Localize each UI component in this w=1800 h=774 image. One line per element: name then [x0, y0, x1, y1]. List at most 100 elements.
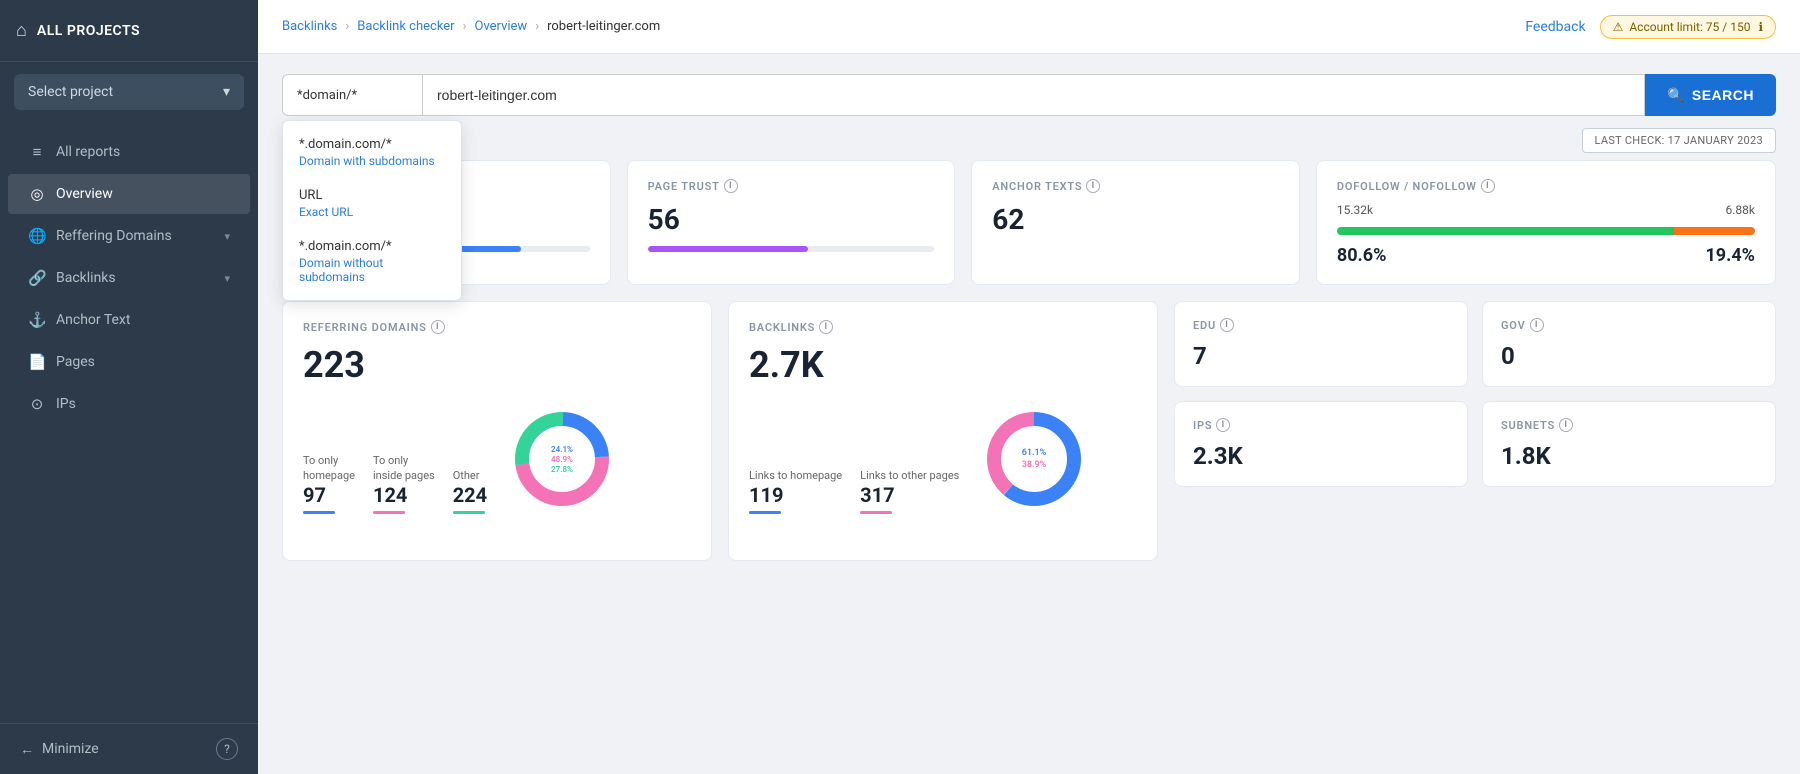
- topbar-right: Feedback ⚠ Account limit: 75 / 150 ℹ: [1525, 15, 1776, 39]
- ip-icon: ⊙: [28, 395, 46, 413]
- search-icon: 🔍: [1667, 87, 1685, 104]
- gov-card: GOV i 0: [1482, 301, 1776, 387]
- dropdown-item-main-3: *.domain.com/*: [299, 239, 445, 254]
- svg-text:48.9%: 48.9%: [551, 455, 573, 464]
- main-area: Backlinks › Backlink checker › Overview …: [258, 0, 1800, 774]
- breadcrumb-backlinks[interactable]: Backlinks: [282, 19, 337, 34]
- page-trust-info-icon[interactable]: i: [724, 179, 738, 193]
- breadcrumb-overview[interactable]: Overview: [475, 19, 528, 34]
- subnets-label: SUBNETS i: [1501, 418, 1757, 432]
- backlinks-value: 2.7K: [749, 344, 1137, 386]
- nofollow-bar-fill: [1674, 227, 1755, 235]
- breadcrumb-backlink-checker[interactable]: Backlink checker: [357, 19, 454, 34]
- anchor-texts-info-icon[interactable]: i: [1086, 179, 1100, 193]
- referring-domains-donut-row: To onlyhomepage 97 To onlyinside pages 1…: [303, 404, 691, 514]
- dofollow-numbers: 15.32k 6.88k: [1337, 203, 1755, 217]
- sidebar-item-anchor-text[interactable]: ⚓ Anchor Text: [8, 300, 250, 340]
- edu-value: 7: [1193, 342, 1449, 370]
- warning-icon: ⚠: [1613, 20, 1624, 34]
- sidebar-header: ⌂ ALL PROJECTS: [0, 0, 258, 62]
- minimize-label: Minimize: [42, 741, 99, 757]
- dofollow-label: DOFOLLOW / NOFOLLOW i: [1337, 179, 1755, 193]
- account-limit-badge: ⚠ Account limit: 75 / 150 ℹ: [1600, 15, 1776, 39]
- search-url-input[interactable]: [422, 74, 1645, 116]
- ips-label: IPS i: [1193, 418, 1449, 432]
- topbar: Backlinks › Backlink checker › Overview …: [258, 0, 1800, 54]
- subnets-info-icon[interactable]: i: [1559, 418, 1573, 432]
- gov-info-icon[interactable]: i: [1530, 318, 1544, 332]
- breadcrumb-sep-3: ›: [535, 19, 539, 34]
- sidebar-item-label: Anchor Text: [56, 312, 130, 328]
- sidebar-item-backlinks[interactable]: 🔗 Backlinks ▾: [8, 258, 250, 298]
- sidebar-item-all-reports[interactable]: ≡ All reports: [8, 132, 250, 172]
- dofollow-bar: [1337, 227, 1755, 235]
- sidebar-item-referring-domains[interactable]: 🌐 Reffering Domains ▾: [8, 216, 250, 256]
- breadcrumb: Backlinks › Backlink checker › Overview …: [282, 19, 660, 34]
- dropdown-item-sub-1: Domain with subdomains: [299, 154, 445, 168]
- home-icon: ⌂: [16, 20, 27, 41]
- anchor-texts-label: ANCHOR TEXTS i: [992, 179, 1279, 193]
- sidebar-footer[interactable]: ← Minimize ?: [0, 723, 258, 774]
- search-type-dropdown: *.domain.com/* Domain with subdomains UR…: [282, 120, 462, 301]
- search-type-select[interactable]: *domain/*: [282, 74, 422, 116]
- edu-info-icon[interactable]: i: [1220, 318, 1234, 332]
- page-icon: 📄: [28, 353, 46, 371]
- ips-value: 2.3K: [1193, 442, 1449, 470]
- subnets-card: SUBNETS i 1.8K: [1482, 401, 1776, 487]
- dropdown-item-main-2: URL: [299, 188, 445, 203]
- sidebar-item-pages[interactable]: 📄 Pages: [8, 342, 250, 382]
- info-icon[interactable]: ℹ: [1758, 20, 1763, 34]
- edu-label: EDU i: [1193, 318, 1449, 332]
- dropdown-item-sub-2: Exact URL: [299, 205, 445, 219]
- feedback-button[interactable]: Feedback: [1525, 19, 1585, 35]
- page-trust-value: 56: [648, 203, 935, 236]
- referring-domains-info-icon[interactable]: i: [431, 320, 445, 334]
- circle-icon: ◎: [28, 185, 46, 203]
- dropdown-item-domain-nosub[interactable]: *.domain.com/* Domain without subdomains: [283, 229, 461, 294]
- nofollow-count: 6.88k: [1726, 203, 1755, 217]
- project-selector[interactable]: Select project ▾: [14, 74, 244, 110]
- svg-text:24.1%: 24.1%: [551, 445, 573, 454]
- backlinks-card: BACKLINKS i 2.7K Links to homepage 119 L…: [728, 301, 1158, 561]
- search-bar: *domain/* *.domain.com/* Domain with sub…: [282, 74, 1776, 116]
- last-check-badge: LAST CHECK: 17 JANUARY 2023: [1582, 128, 1776, 153]
- sidebar-item-label: Overview: [56, 186, 113, 202]
- all-projects-label: ALL PROJECTS: [37, 23, 140, 39]
- backlinks-info-icon[interactable]: i: [819, 320, 833, 334]
- globe-icon: 🌐: [28, 227, 46, 245]
- page-trust-progress-fill: [648, 246, 809, 252]
- right-side-cards: EDU i 7 GOV i 0: [1174, 301, 1776, 561]
- edu-gov-row: EDU i 7 GOV i 0: [1174, 301, 1776, 387]
- bottom-cards-row: REFERRING DOMAINS i 223 To onlyhomepage …: [282, 301, 1776, 561]
- sidebar-item-label: Pages: [56, 354, 95, 370]
- dropdown-item-domain-sub[interactable]: *.domain.com/* Domain with subdomains: [283, 127, 461, 178]
- sidebar-item-ips[interactable]: ⊙ IPs: [8, 384, 250, 424]
- sidebar: ⌂ ALL PROJECTS Select project ▾ ≡ All re…: [0, 0, 258, 774]
- anchor-texts-card: ANCHOR TEXTS i 62: [971, 160, 1300, 285]
- search-button-label: SEARCH: [1692, 87, 1754, 103]
- referring-domains-donut: 24.1% 48.9% 27.8%: [507, 404, 617, 514]
- chevron-icon: ▾: [224, 272, 230, 285]
- referring-domains-stats: To onlyhomepage 97 To onlyinside pages 1…: [303, 454, 487, 514]
- sidebar-item-label: Reffering Domains: [56, 228, 172, 244]
- stat-bar-links-homepage: [749, 511, 781, 514]
- content-area: *domain/* *.domain.com/* Domain with sub…: [258, 54, 1800, 774]
- gov-value: 0: [1501, 342, 1757, 370]
- ips-info-icon[interactable]: i: [1216, 418, 1230, 432]
- dofollow-pct: 80.6%: [1337, 245, 1387, 266]
- dofollow-info-icon[interactable]: i: [1481, 179, 1495, 193]
- stat-bar-links-other: [860, 511, 892, 514]
- stat-links-homepage: Links to homepage 119: [749, 469, 842, 514]
- search-button[interactable]: 🔍 SEARCH: [1645, 74, 1776, 116]
- sidebar-item-label: Backlinks: [56, 270, 116, 286]
- dropdown-item-url[interactable]: URL Exact URL: [283, 178, 461, 229]
- help-icon[interactable]: ?: [216, 738, 238, 760]
- backlinks-donut: 61.1% 38.9%: [979, 404, 1089, 514]
- page-trust-progress: [648, 246, 935, 252]
- arrow-left-icon: ←: [20, 741, 34, 758]
- search-type-value: *domain/*: [297, 88, 357, 103]
- dofollow-card: DOFOLLOW / NOFOLLOW i 15.32k 6.88k 80.6%…: [1316, 160, 1776, 285]
- page-trust-card: PAGE TRUST i 56: [627, 160, 956, 285]
- sidebar-item-overview[interactable]: ◎ Overview: [8, 174, 250, 214]
- account-limit-text: Account limit: 75 / 150: [1629, 20, 1750, 34]
